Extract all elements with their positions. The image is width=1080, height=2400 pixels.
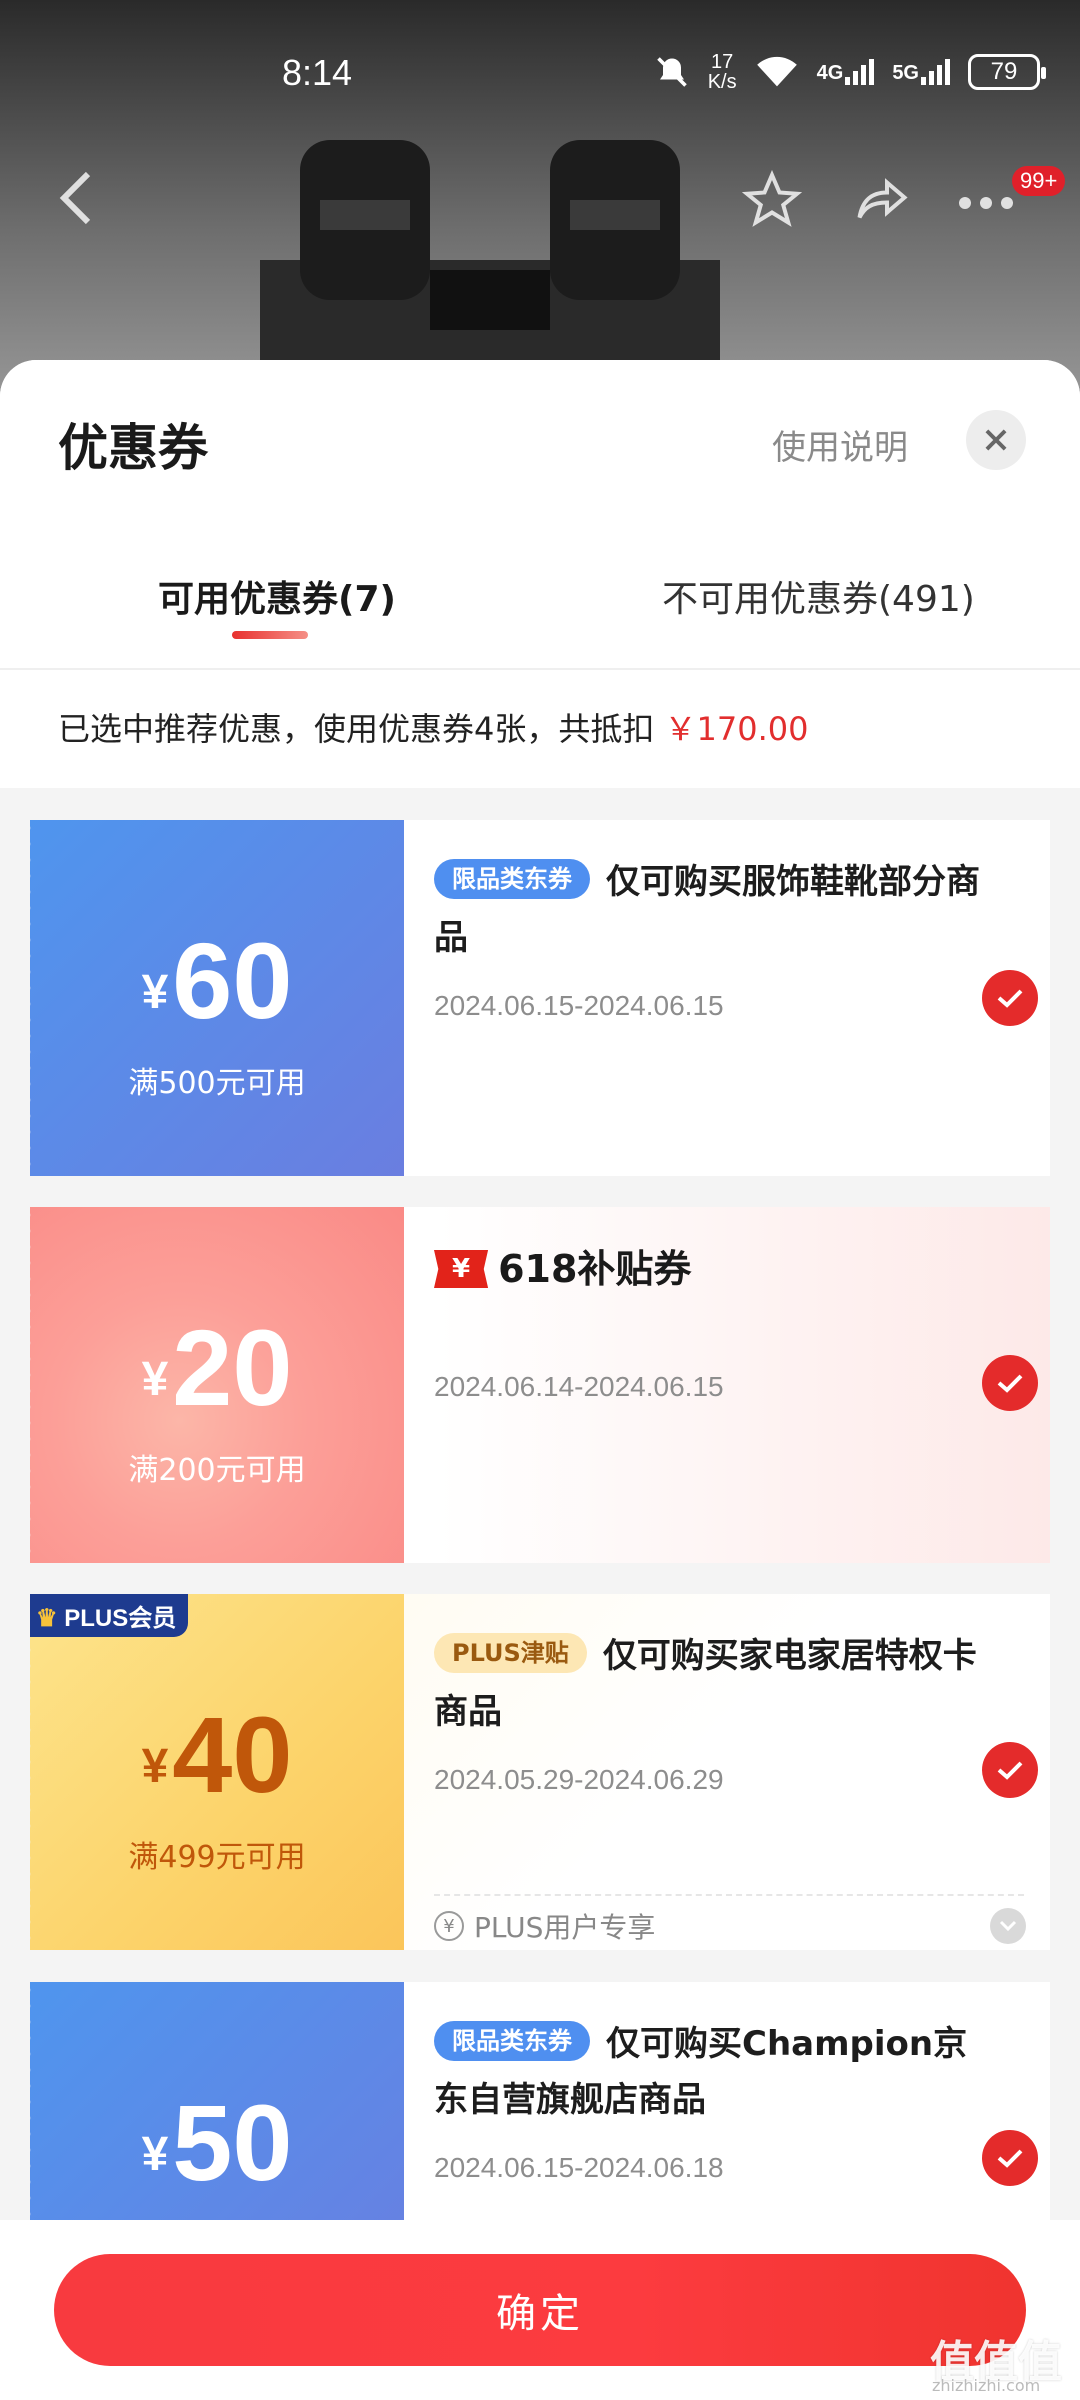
- selection-summary: 已选中推荐优惠，使用优惠券4张，共抵扣 ￥170.00: [0, 670, 1080, 788]
- 618-subsidy-logo: ¥ 618补贴券: [434, 1241, 994, 1297]
- check-icon: [997, 2149, 1023, 2168]
- mute-bell-icon: [656, 57, 687, 87]
- summary-text: 已选中推荐优惠，使用优惠券4张，共抵扣: [58, 710, 655, 748]
- coupon-amount: ¥20: [30, 1305, 404, 1430]
- amount-value: 50: [172, 2082, 293, 2203]
- network-type-2: 5G: [892, 62, 919, 84]
- speed-value: 17: [711, 51, 734, 73]
- amount-value: 40: [172, 1694, 293, 1815]
- coupon-validity: 2024.05.29-2024.06.29: [434, 1764, 724, 1795]
- coupon-validity: 2024.06.14-2024.06.15: [434, 1371, 724, 1402]
- speed-unit: K/s: [707, 71, 737, 93]
- coupon-condition: 满500元可用: [128, 1066, 306, 1101]
- close-icon: [985, 429, 1007, 451]
- coupon-validity: 2024.06.15-2024.06.18: [434, 2152, 724, 2183]
- backpack-image: [260, 140, 720, 380]
- coupon-details: ¥ 618补贴券 2024.06.14-2024.06.15: [404, 1207, 1050, 1563]
- close-button[interactable]: [966, 410, 1026, 470]
- currency-symbol: ¥: [141, 2128, 169, 2181]
- signal-5g: 5G: [892, 59, 950, 85]
- coupon-card[interactable]: ¥20 满200元可用 ¥ 618补贴券 2024.06.14-2024.06.…: [30, 1207, 1050, 1563]
- coupon-tag: PLUS津贴: [434, 1633, 587, 1673]
- signal-4g: 4G: [817, 59, 875, 85]
- sheet-header: 优惠券 使用说明 可用优惠券(7) 不可用优惠券(491): [0, 360, 1080, 670]
- active-tab-indicator: [232, 631, 308, 639]
- coupon-tag: 限品类东券: [434, 859, 590, 899]
- coupon-value-panel: ♛ PLUS会员 ¥40 满499元可用: [30, 1594, 404, 1950]
- check-icon: [997, 989, 1023, 1008]
- amount-value: 60: [172, 920, 293, 1041]
- selected-checkmark[interactable]: [982, 1355, 1038, 1411]
- message-count-badge: 99+: [1012, 166, 1066, 196]
- crown-icon: ♛: [36, 1605, 58, 1632]
- check-icon: [997, 1761, 1023, 1780]
- coupon-condition: 满499元可用: [128, 1840, 306, 1875]
- wifi-icon: [756, 56, 797, 87]
- coupon-details: 限品类东券 仅可购买服饰鞋靴部分商品 2024.06.15-2024.06.15: [404, 820, 1050, 1176]
- coupon-value-panel: ¥60 满500元可用: [30, 820, 404, 1176]
- plus-exclusive-text: PLUS用户专享: [474, 1911, 656, 1944]
- signal-bars-icon: [921, 59, 950, 85]
- coupon-amount: ¥60: [30, 918, 404, 1043]
- tab-unavailable-coupons[interactable]: 不可用优惠券(491): [662, 570, 975, 622]
- coupon-description: ¥ 618补贴券: [434, 1241, 994, 1297]
- selected-checkmark[interactable]: [982, 970, 1038, 1026]
- currency-symbol: ¥: [141, 1740, 169, 1793]
- coupon-description: PLUS津贴 仅可购买家电家居特权卡商品: [434, 1628, 994, 1740]
- plus-exclusive-footer: ¥ PLUS用户专享: [434, 1894, 1026, 1946]
- watermark-url: zhizhizhi.com: [932, 2376, 1041, 2395]
- coupon-description: 限品类东券 仅可购买服饰鞋靴部分商品: [434, 854, 994, 966]
- star-icon[interactable]: [742, 170, 802, 230]
- plus-member-badge: ♛ PLUS会员: [30, 1594, 189, 1637]
- more-icon[interactable]: [958, 196, 1014, 210]
- coupon-description: 限品类东券 仅可购买Champion京东自营旗舰店商品: [434, 2016, 994, 2128]
- coupon-card[interactable]: ♛ PLUS会员 ¥40 满499元可用 PLUS津贴 仅可购买家电家居特权卡商品…: [30, 1594, 1050, 1950]
- sheet-title: 优惠券: [58, 419, 208, 477]
- signal-bars-icon: [845, 59, 875, 85]
- battery-indicator: 79: [968, 54, 1046, 90]
- brand-text: 618补贴券: [498, 1247, 692, 1291]
- chevron-down-icon: [999, 1920, 1017, 1932]
- status-time: 8:14: [282, 52, 353, 93]
- summary-amount: ￥170.00: [664, 710, 809, 748]
- status-bar-icons: 17 K/s 4G 5G 79: [654, 52, 1046, 92]
- currency-symbol: ¥: [141, 966, 169, 1019]
- check-icon: [997, 1374, 1023, 1393]
- coupon-amount: ¥40: [30, 1692, 404, 1817]
- currency-symbol: ¥: [141, 1353, 169, 1406]
- coupon-tag: 限品类东券: [434, 2021, 590, 2061]
- ribbon-yen-icon: ¥: [434, 1250, 489, 1288]
- network-type-1: 4G: [816, 62, 844, 84]
- coupon-condition: 满200元可用: [128, 1453, 306, 1488]
- amount-value: 20: [172, 1307, 293, 1428]
- selected-checkmark[interactable]: [982, 2130, 1038, 2186]
- coupon-details: PLUS津贴 仅可购买家电家居特权卡商品 2024.05.29-2024.06.2…: [404, 1594, 1050, 1950]
- yen-circle-icon: ¥: [434, 1911, 464, 1941]
- back-icon[interactable]: [56, 170, 96, 226]
- share-icon[interactable]: [852, 170, 912, 230]
- bottom-action-bar: 确定: [0, 2220, 1080, 2400]
- usage-instructions-link[interactable]: 使用说明: [772, 420, 908, 469]
- plus-badge-text: PLUS会员: [64, 1605, 177, 1632]
- divider: [0, 668, 1080, 670]
- coupon-card[interactable]: ¥60 满500元可用 限品类东券 仅可购买服饰鞋靴部分商品 2024.06.15…: [30, 820, 1050, 1176]
- selected-checkmark[interactable]: [982, 1742, 1038, 1798]
- coupon-value-panel: ¥20 满200元可用: [30, 1207, 404, 1563]
- tab-available-coupons[interactable]: 可用优惠券(7): [158, 570, 396, 622]
- confirm-button[interactable]: 确定: [54, 2254, 1026, 2366]
- expand-button[interactable]: [990, 1908, 1026, 1944]
- coupon-validity: 2024.06.15-2024.06.15: [434, 990, 724, 1021]
- network-speed: 17 K/s: [708, 52, 737, 92]
- coupon-amount: ¥50: [30, 2080, 404, 2205]
